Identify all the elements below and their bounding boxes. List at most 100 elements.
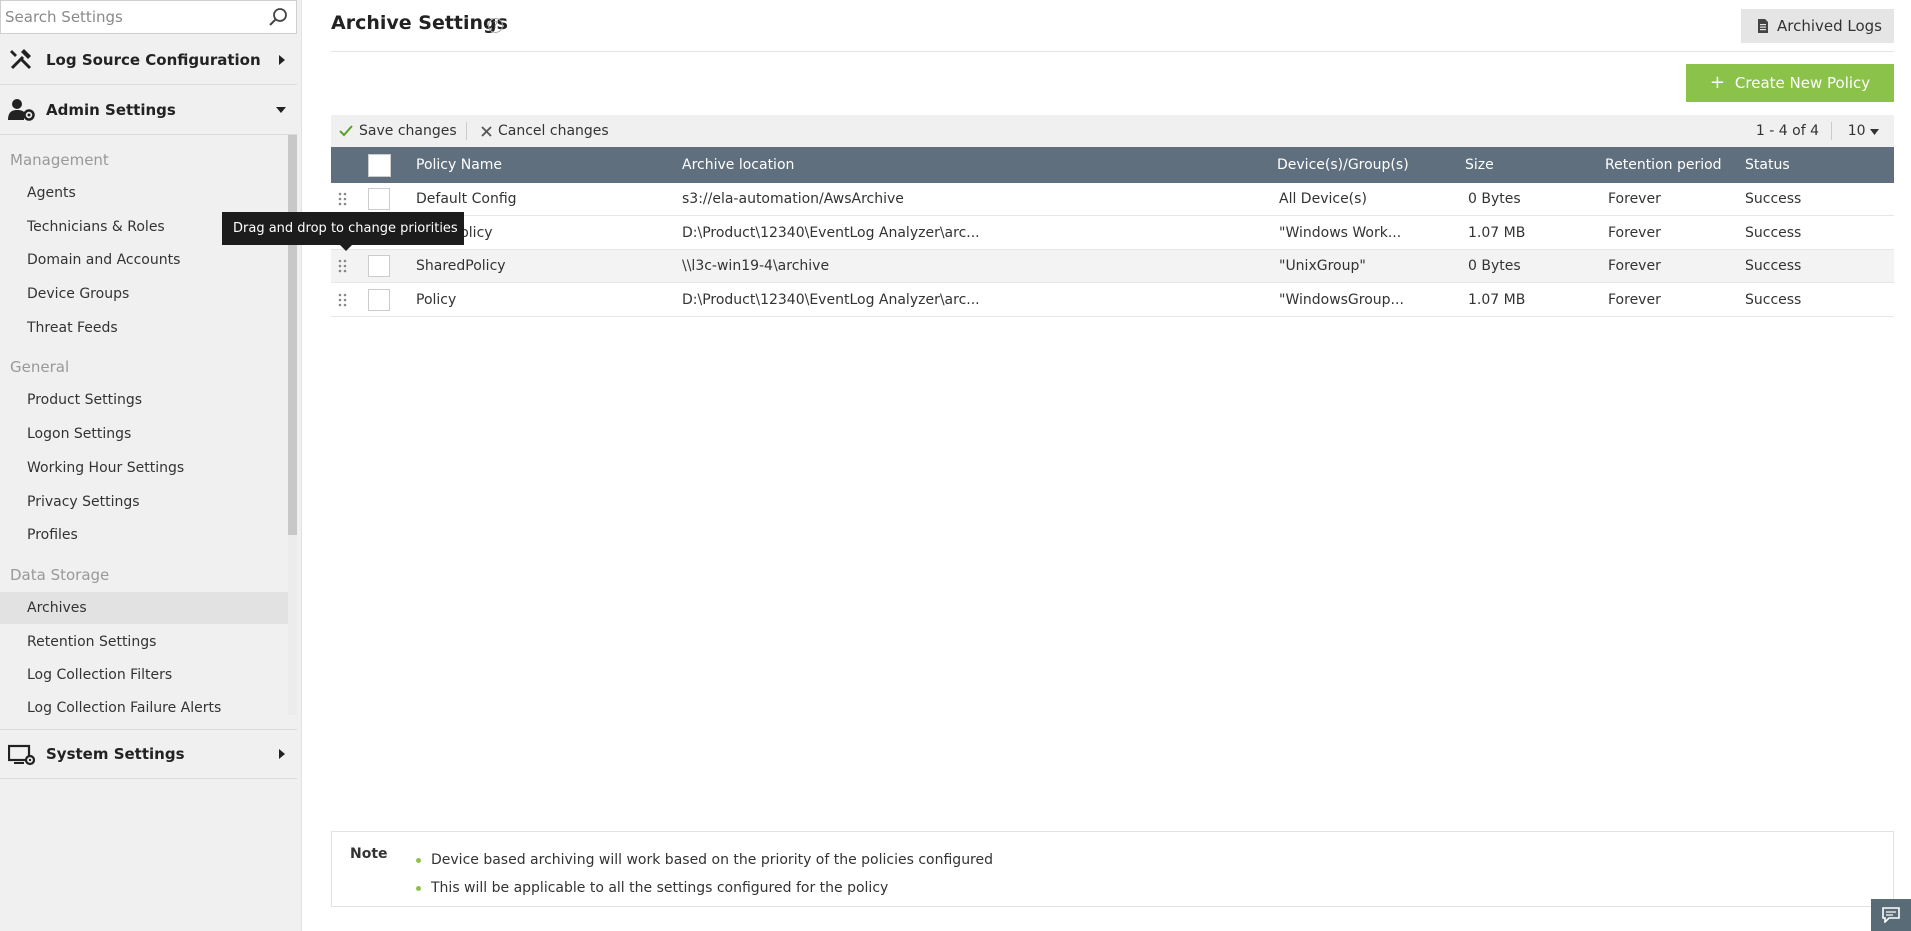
cell-policy-name[interactable]: Policy — [416, 284, 456, 317]
cell-retention: Forever — [1608, 225, 1661, 241]
drag-handle-icon[interactable] — [338, 293, 348, 307]
table-row[interactable]: LocalPolicy D:\Product\12340\EventLog An… — [331, 217, 1894, 250]
nav-item-log-collection-failure-alerts[interactable]: Log Collection Failure Alerts — [0, 692, 288, 724]
group-label-general: General — [10, 358, 70, 376]
drag-handle-icon[interactable] — [338, 259, 348, 273]
search-settings-input[interactable] — [5, 4, 260, 30]
section-system-settings[interactable]: System Settings — [0, 729, 297, 779]
note-box: Note Device based archiving will work ba… — [331, 831, 1894, 907]
nav-item-threat-feeds[interactable]: Threat Feeds — [0, 312, 288, 344]
cell-archive-location: D:\Product\12340\EventLog Analyzer\arc..… — [682, 292, 980, 308]
document-icon — [1757, 19, 1768, 33]
note-text: This will be applicable to all the setti… — [431, 880, 889, 896]
table-row[interactable]: Default Config s3://ela-automation/AwsAr… — [331, 183, 1894, 216]
group-label-management: Management — [10, 151, 109, 169]
toolbar-divider — [466, 122, 467, 140]
cell-status: Success — [1745, 225, 1802, 241]
save-label: Save changes — [359, 123, 457, 139]
cell-status: Success — [1745, 258, 1802, 274]
table-row[interactable]: Policy D:\Product\12340\EventLog Analyze… — [331, 284, 1894, 317]
cell-size: 0 Bytes — [1468, 191, 1521, 207]
note-item: This will be applicable to all the setti… — [416, 874, 993, 902]
cell-devices: All Device(s) — [1279, 191, 1367, 207]
cell-size: 1.07 MB — [1468, 292, 1526, 308]
cell-devices: "UnixGroup" — [1279, 258, 1366, 274]
column-header-status[interactable]: Status — [1745, 147, 1790, 183]
cell-policy-name[interactable]: SharedPolicy — [416, 250, 506, 283]
nav-item-log-collection-filters[interactable]: Log Collection Filters — [0, 659, 288, 691]
caret-down-icon — [1870, 129, 1879, 135]
caret-right-icon — [279, 54, 285, 65]
select-all-checkbox[interactable] — [368, 154, 391, 177]
settings-sidebar: Log Source Configuration Admin Settings … — [0, 0, 302, 931]
main-content: Archive Settings ? Archived Logs + Creat… — [303, 0, 1911, 931]
nav-item-domain-accounts[interactable]: Domain and Accounts — [0, 244, 288, 276]
column-header-retention-period[interactable]: Retention period — [1605, 147, 1722, 183]
note-item: Device based archiving will work based o… — [416, 846, 993, 874]
column-header-archive-location[interactable]: Archive location — [682, 147, 794, 183]
caret-down-icon — [276, 106, 286, 113]
cell-archive-location: D:\Product\12340\EventLog Analyzer\arc..… — [682, 225, 980, 241]
nav-item-privacy-settings[interactable]: Privacy Settings — [0, 486, 288, 518]
group-label-data-storage: Data Storage — [10, 566, 110, 584]
per-page-select[interactable]: 10 — [1848, 115, 1879, 147]
cell-archive-location: \\l3c-win19-4\archive — [682, 258, 830, 274]
nav-item-profiles[interactable]: Profiles — [0, 519, 288, 551]
create-label: Create New Policy — [1734, 74, 1871, 92]
cancel-label: Cancel changes — [498, 123, 609, 139]
section-log-source-configuration[interactable]: Log Source Configuration — [0, 35, 297, 85]
title-divider — [331, 51, 1894, 52]
search-icon[interactable] — [268, 7, 288, 27]
plus-icon: + — [1709, 72, 1725, 93]
section-label: Admin Settings — [46, 100, 176, 119]
save-changes-button[interactable]: Save changes — [339, 115, 457, 147]
check-icon — [339, 125, 353, 137]
cancel-changes-button[interactable]: Cancel changes — [481, 115, 609, 147]
column-header-devices-groups[interactable]: Device(s)/Group(s) — [1277, 147, 1409, 183]
nav-item-agents[interactable]: Agents — [0, 177, 288, 209]
nav-item-working-hour-settings[interactable]: Working Hour Settings — [0, 452, 288, 484]
row-checkbox[interactable] — [368, 188, 390, 210]
note-label: Note — [350, 846, 388, 862]
column-header-size[interactable]: Size — [1465, 147, 1494, 183]
tools-icon — [10, 49, 32, 70]
chat-button[interactable] — [1871, 899, 1911, 931]
tooltip-arrow — [340, 245, 352, 251]
table-row[interactable]: SharedPolicy \\l3c-win19-4\archive "Unix… — [331, 250, 1894, 283]
column-header-policy-name[interactable]: Policy Name — [416, 147, 502, 183]
cell-retention: Forever — [1608, 258, 1661, 274]
drag-handle-icon[interactable] — [338, 192, 348, 206]
nav-item-archives[interactable]: Archives — [0, 592, 288, 624]
nav-item-logon-settings[interactable]: Logon Settings — [0, 418, 288, 450]
table-toolbar: Save changes Cancel changes 1 - 4 of 4 1… — [331, 115, 1894, 147]
cell-status: Success — [1745, 292, 1802, 308]
row-checkbox[interactable] — [368, 289, 390, 311]
nav-item-retention-settings[interactable]: Retention Settings — [0, 626, 288, 658]
chat-icon — [1882, 907, 1900, 923]
nav-item-device-groups[interactable]: Device Groups — [0, 278, 288, 310]
archived-logs-label: Archived Logs — [1776, 17, 1882, 35]
user-gear-icon — [8, 99, 35, 121]
close-icon — [481, 125, 492, 137]
row-checkbox[interactable] — [368, 255, 390, 277]
cell-status: Success — [1745, 191, 1802, 207]
create-new-policy-button[interactable]: + Create New Policy — [1686, 64, 1894, 102]
bullet-icon — [416, 885, 421, 891]
section-label: System Settings — [46, 745, 185, 763]
pager-divider — [1831, 122, 1832, 140]
page-title: Archive Settings — [331, 12, 508, 34]
help-icon[interactable]: ? — [488, 18, 503, 33]
cell-retention: Forever — [1608, 191, 1661, 207]
per-page-value: 10 — [1847, 123, 1866, 139]
section-label: Log Source Configuration — [46, 50, 261, 69]
table-header: Policy Name Archive location Device(s)/G… — [331, 147, 1894, 183]
search-box — [0, 0, 297, 34]
archived-logs-button[interactable]: Archived Logs — [1740, 9, 1894, 43]
pagination-info: 1 - 4 of 4 — [1755, 123, 1819, 139]
note-text: Device based archiving will work based o… — [431, 852, 994, 868]
sidebar-scrollbar[interactable] — [288, 135, 297, 535]
bullet-icon — [416, 857, 421, 863]
cell-devices: "Windows Work... — [1279, 225, 1402, 241]
section-admin-settings[interactable]: Admin Settings — [0, 85, 297, 135]
nav-item-product-settings[interactable]: Product Settings — [0, 384, 288, 416]
